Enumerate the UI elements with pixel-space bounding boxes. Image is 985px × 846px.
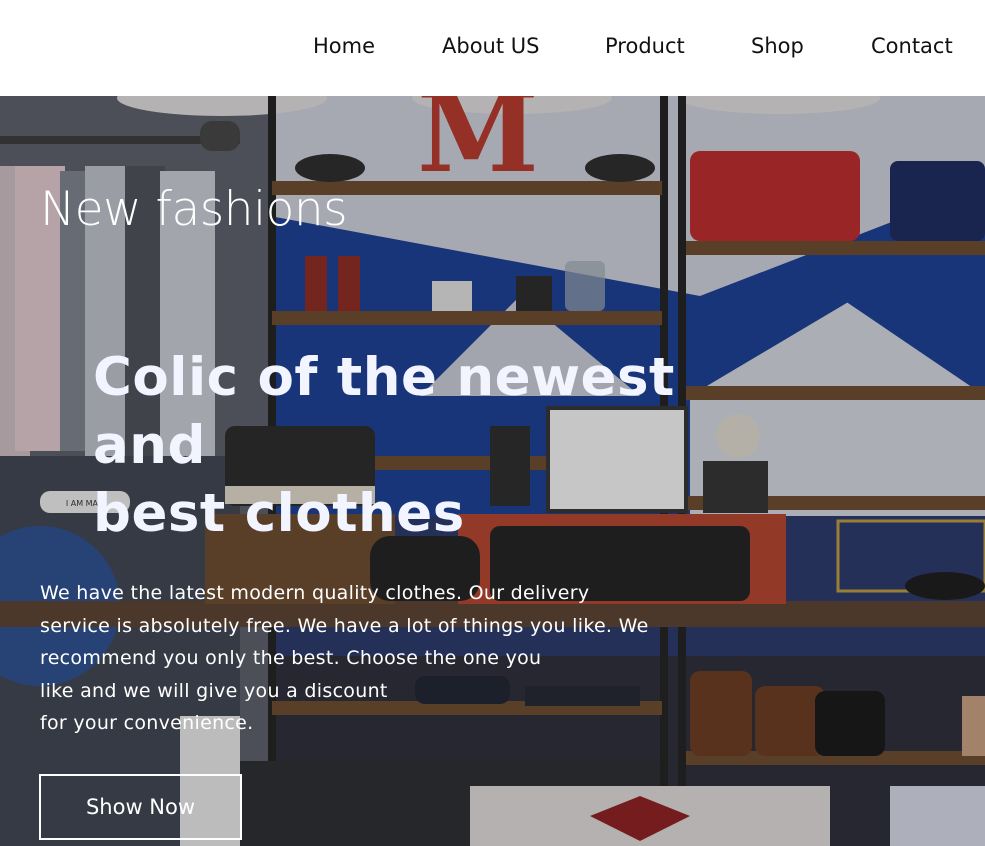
hero-headline-line-2: best clothes bbox=[93, 483, 465, 544]
hero-eyebrow: New fashions bbox=[40, 182, 348, 237]
hero-headline-line-1: Colic of the newest and bbox=[93, 347, 675, 476]
nav-link-contact[interactable]: Contact bbox=[871, 33, 953, 59]
hero-description-line: We have the latest modern quality clothe… bbox=[40, 582, 590, 604]
nav-link-home[interactable]: Home bbox=[313, 33, 375, 59]
hero-description-line: for your convenience. bbox=[40, 712, 254, 734]
nav-link-about-us[interactable]: About US bbox=[442, 33, 539, 59]
nav-link-product[interactable]: Product bbox=[605, 33, 685, 59]
hero-description-line: service is absolutely free. We have a lo… bbox=[40, 614, 649, 637]
top-navigation: Home About US Product Shop Contact bbox=[0, 0, 985, 96]
hero-description: We have the latest modern quality clothe… bbox=[40, 577, 730, 740]
nav-link-shop[interactable]: Shop bbox=[751, 33, 804, 59]
hero-section: I AM MAD M New fashions Colic of the new… bbox=[0, 96, 985, 846]
show-now-button[interactable]: Show Now bbox=[39, 774, 242, 840]
hero-headline: Colic of the newest and best clothes bbox=[93, 344, 793, 548]
hero-description-line: recommend you only the best. Choose the … bbox=[40, 647, 542, 669]
hero-description-line: like and we will give you a discount bbox=[40, 679, 388, 702]
